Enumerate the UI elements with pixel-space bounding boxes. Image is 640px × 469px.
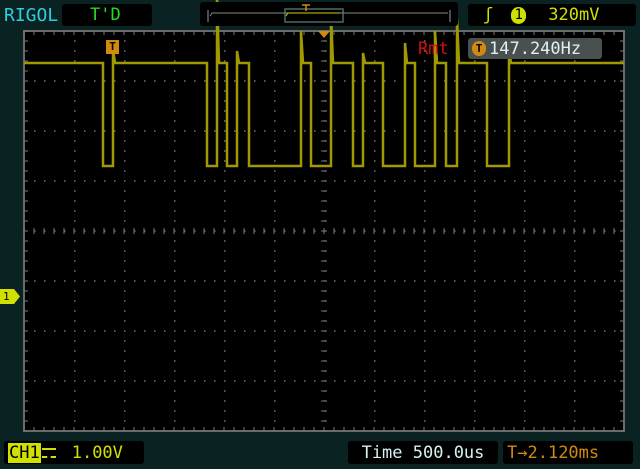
trigger-offset-value: 2.120ms bbox=[527, 442, 600, 463]
timebase[interactable]: Time 500.0us bbox=[348, 441, 498, 464]
trigger-info[interactable]: ʃ 1 320mV bbox=[468, 4, 636, 26]
trigger-source-badge: 1 bbox=[511, 6, 527, 24]
trigger-icon: T bbox=[472, 41, 486, 56]
trigger-level: 320mV bbox=[548, 5, 600, 25]
waveform-display bbox=[23, 0, 625, 432]
volts-per-div: 1.00V bbox=[71, 442, 123, 463]
run-status[interactable]: T'D bbox=[62, 4, 152, 26]
rising-edge-icon: ʃ bbox=[483, 5, 494, 25]
memory-waveform-icon bbox=[207, 4, 451, 23]
memory-position-bar[interactable] bbox=[200, 2, 458, 26]
frequency-value: 147.240Hz bbox=[489, 38, 582, 59]
rmt-label: Rmt bbox=[418, 39, 449, 59]
frequency-counter: T 147.240Hz bbox=[468, 38, 602, 59]
channel1-scale[interactable]: CH1 1.00V bbox=[4, 441, 144, 464]
trigger-offset-icon: T→ bbox=[507, 442, 528, 463]
channel-label: CH1 bbox=[8, 442, 41, 463]
trigger-offset[interactable]: T→ 2.120ms bbox=[503, 441, 633, 464]
dc-coupling-icon bbox=[41, 447, 56, 458]
brand-logo: RIGOL bbox=[4, 5, 59, 26]
trigger-position-marker[interactable]: T bbox=[106, 40, 119, 54]
run-status-label: T'D bbox=[90, 5, 121, 25]
